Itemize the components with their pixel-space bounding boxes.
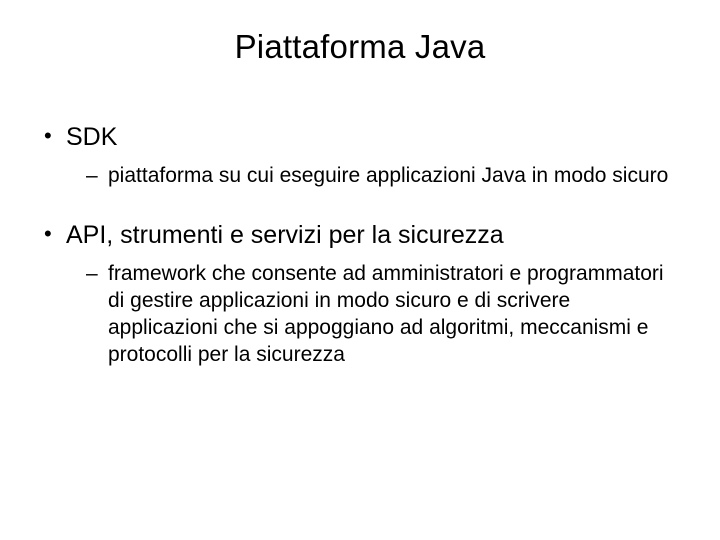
sub-list: piattaforma su cui eseguire applicazioni… — [66, 163, 680, 190]
list-item-label: API, strumenti e servizi per la sicurezz… — [66, 221, 504, 249]
sub-list-item-text: piattaforma su cui eseguire applicazioni… — [108, 164, 668, 187]
sub-list-item-text: framework che consente ad amministratori… — [108, 262, 664, 366]
slide-title: Piattaforma Java — [40, 28, 680, 66]
list-item: API, strumenti e servizi per la sicurezz… — [40, 220, 680, 369]
list-item: SDK piattaforma su cui eseguire applicaz… — [40, 122, 680, 190]
list-item-label: SDK — [66, 123, 117, 151]
bullet-list: SDK piattaforma su cui eseguire applicaz… — [40, 122, 680, 369]
sub-list: framework che consente ad amministratori… — [66, 261, 680, 369]
slide: Piattaforma Java SDK piattaforma su cui … — [0, 0, 720, 540]
sub-list-item: piattaforma su cui eseguire applicazioni… — [66, 163, 680, 190]
sub-list-item: framework che consente ad amministratori… — [66, 261, 680, 369]
